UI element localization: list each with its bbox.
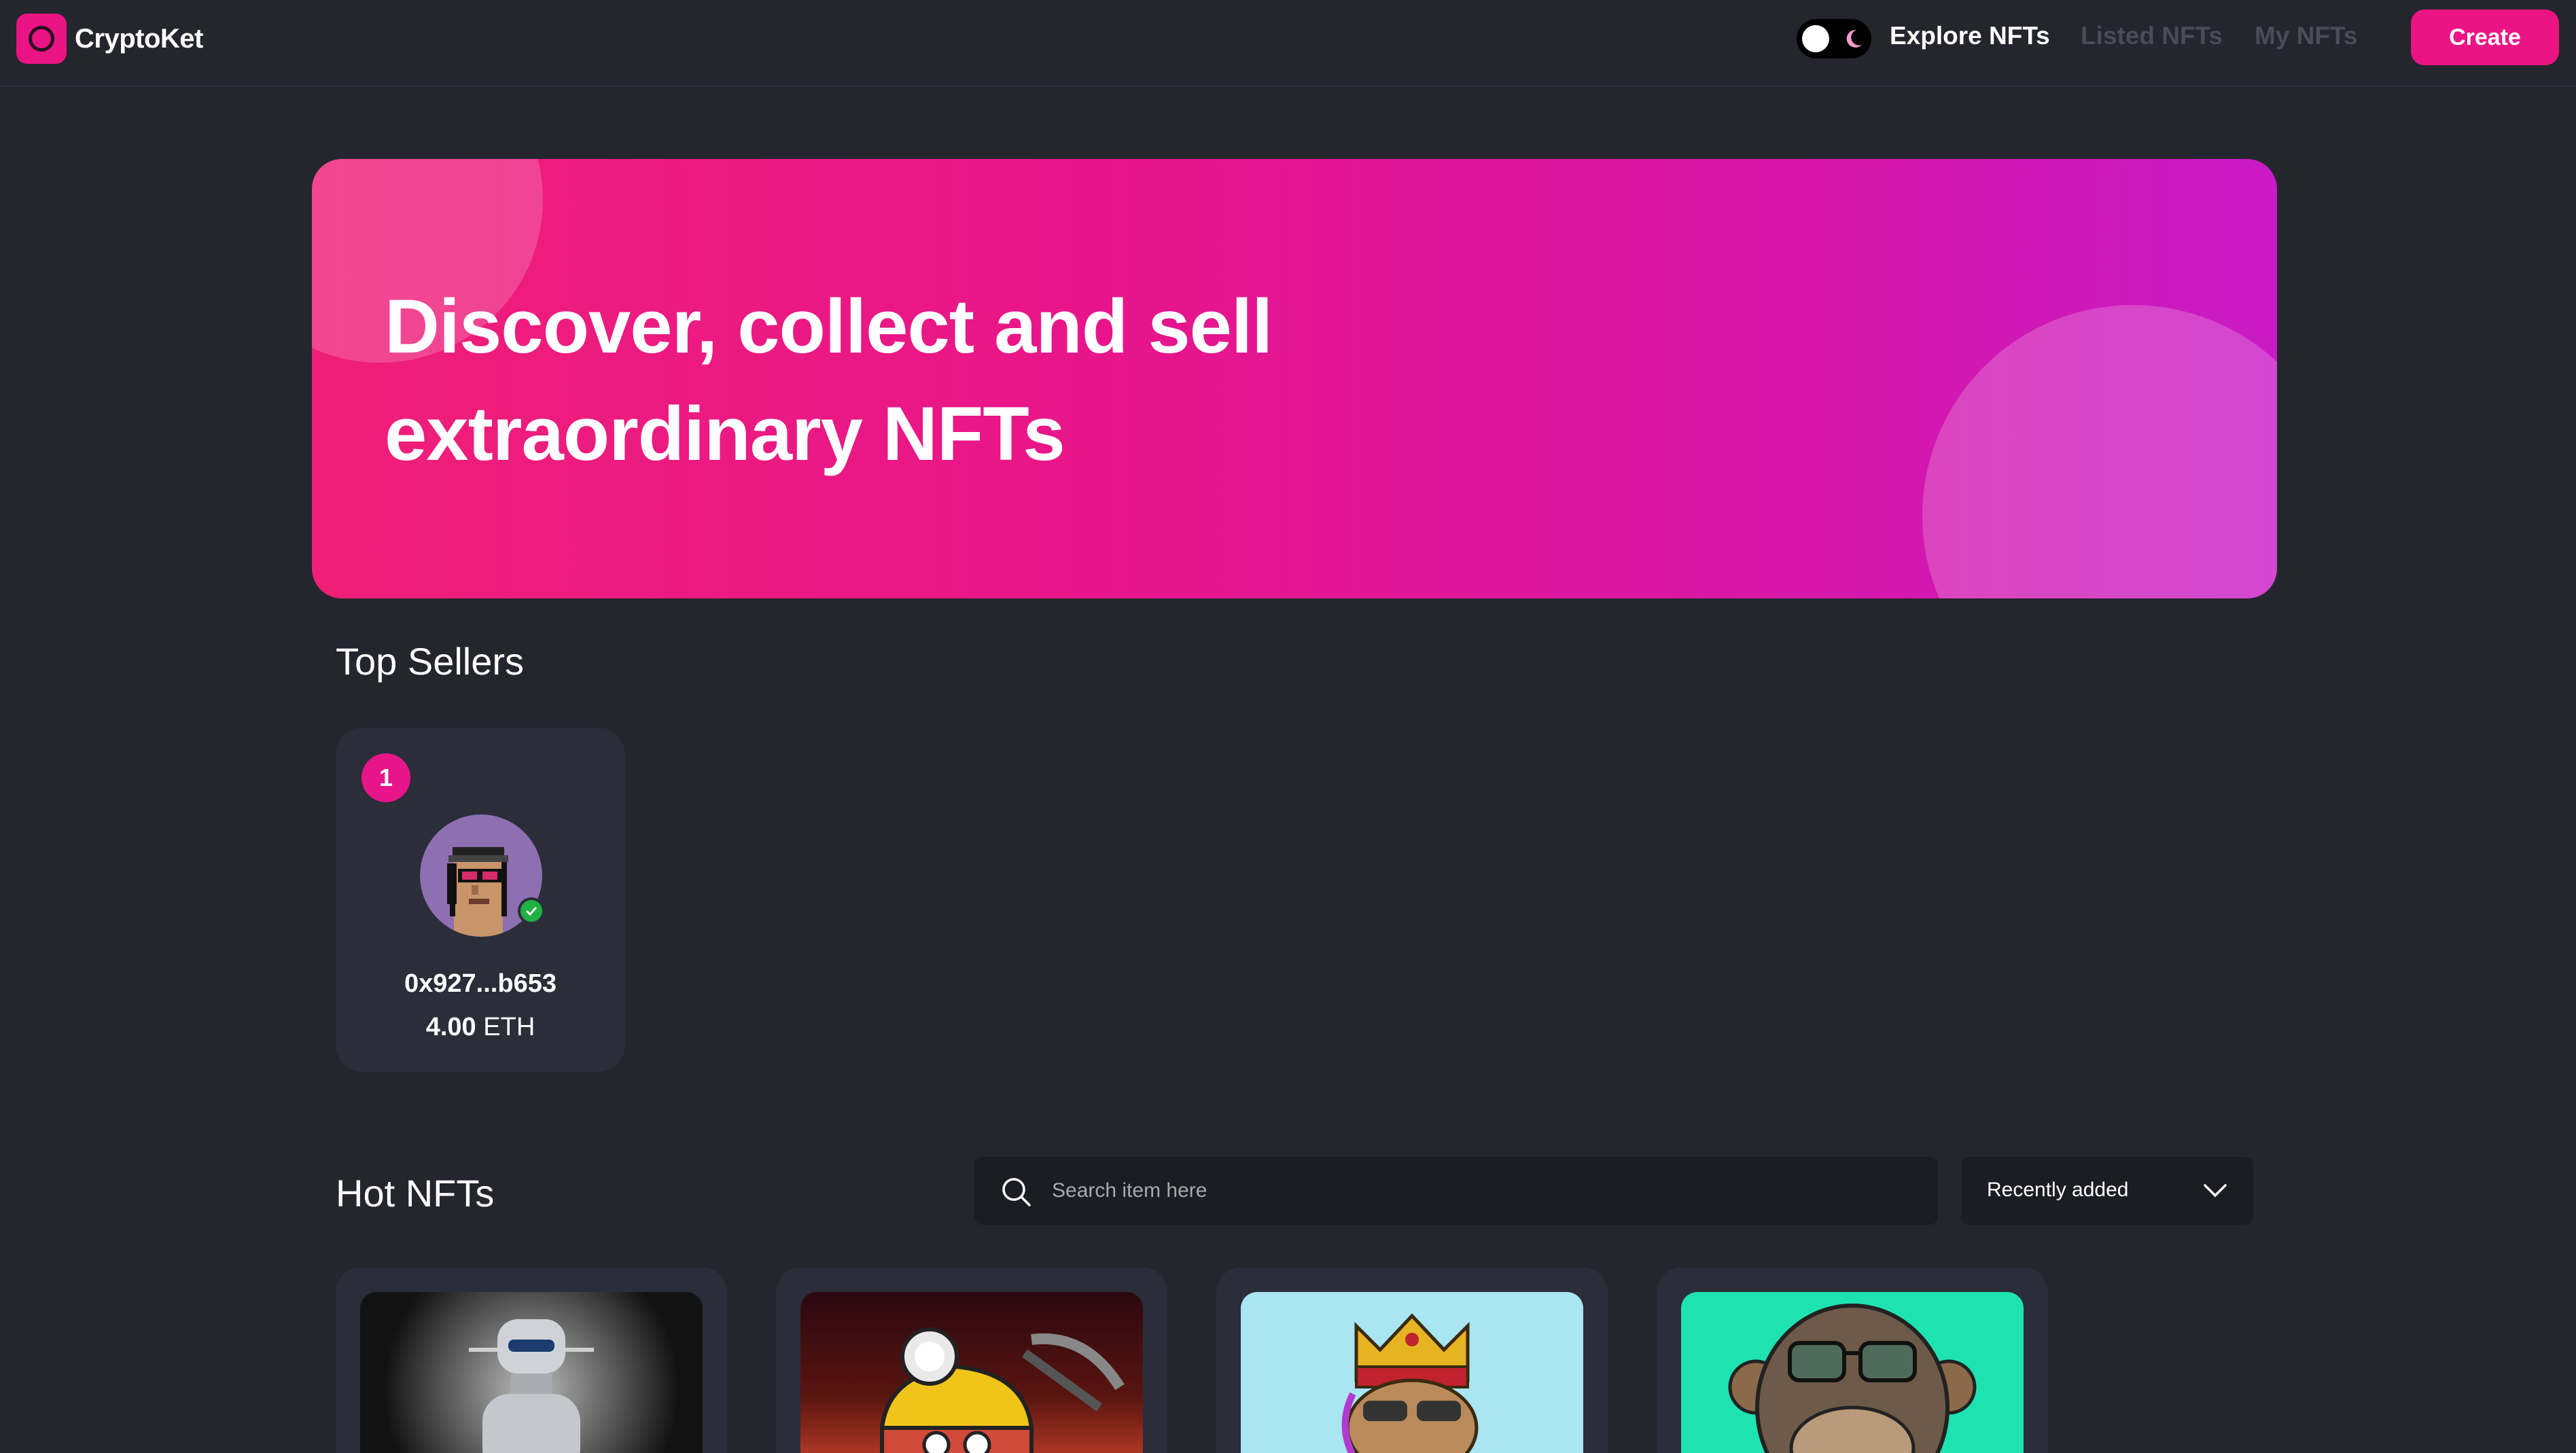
nft-card[interactable] — [776, 1268, 1167, 1453]
hero-title-line-2: extraordinary NFTs — [385, 391, 1065, 476]
top-sellers-title: Top Sellers — [336, 640, 525, 683]
brand-name: CryptoKet — [75, 23, 203, 54]
nft-card[interactable] — [336, 1268, 727, 1453]
nft-image-robot[interactable] — [360, 1292, 703, 1453]
moon-icon — [1846, 29, 1862, 48]
hero-decor-circle — [1922, 305, 2277, 598]
seller-address: 0x927...b653 — [404, 969, 557, 998]
toggle-knob — [1802, 25, 1829, 52]
seller-amount: 4.00 — [425, 1013, 476, 1041]
sort-dropdown[interactable]: Recently added — [1961, 1157, 2253, 1225]
search-input[interactable] — [1052, 1157, 1922, 1225]
create-button[interactable]: Create — [2411, 10, 2559, 65]
nft-image-bored-ape[interactable] — [1681, 1292, 2024, 1453]
theme-toggle[interactable] — [1797, 19, 1871, 58]
rank-badge: 1 — [361, 753, 410, 802]
chevron-down-icon — [2204, 1184, 2227, 1198]
seller-card[interactable]: 1 0x927...b653 4.00 ETH — [336, 728, 625, 1072]
app-root: CryptoKet Explore NFTs Listed NFTs My NF… — [0, 0, 2576, 1453]
hot-nfts-title: Hot NFTs — [336, 1172, 495, 1215]
brand-logo[interactable]: CryptoKet — [16, 14, 203, 64]
navbar: CryptoKet Explore NFTs Listed NFTs My NF… — [0, 0, 2576, 87]
seller-currency: ETH — [483, 1013, 535, 1041]
search-box — [974, 1157, 1938, 1225]
nft-card[interactable] — [1216, 1268, 1608, 1453]
nav-explore-nfts[interactable]: Explore NFTs — [1890, 22, 2050, 50]
hero-banner: Discover, collect and sell extraordinary… — [312, 159, 2277, 598]
nft-card[interactable] — [1657, 1268, 2048, 1453]
seller-balance: 4.00 ETH — [336, 1013, 625, 1042]
nav-listed-nfts[interactable]: Listed NFTs — [2081, 22, 2223, 50]
sort-selected-value: Recently added — [1987, 1179, 2129, 1201]
hero-title-line-1: Discover, collect and sell — [385, 284, 1273, 369]
logo-icon — [16, 14, 67, 64]
verified-icon — [518, 897, 545, 925]
nft-image-crowned-ape[interactable] — [1241, 1292, 1583, 1453]
hero-title: Discover, collect and sell extraordinary… — [385, 273, 1472, 488]
nav-my-nfts[interactable]: My NFTs — [2255, 22, 2357, 50]
nft-image-miner[interactable] — [800, 1292, 1143, 1453]
search-icon — [1002, 1178, 1031, 1206]
